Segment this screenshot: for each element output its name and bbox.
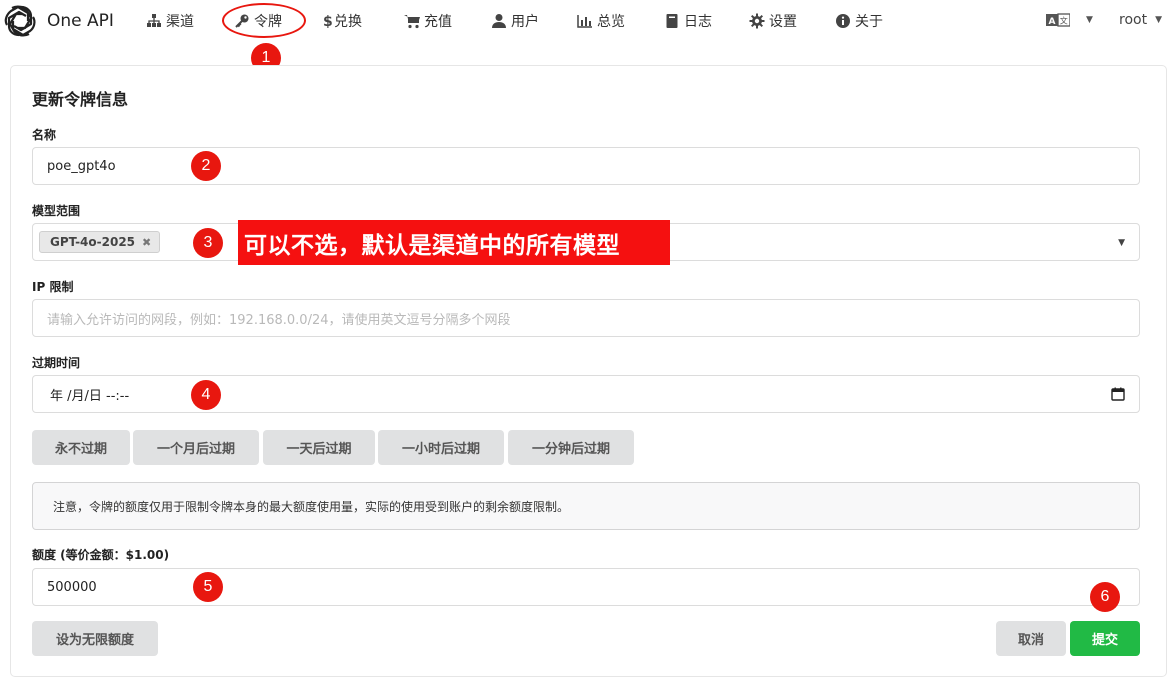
name-value: poe_gpt4o	[47, 158, 116, 174]
nav-label: 设置	[769, 14, 797, 30]
annotation-5: 5	[193, 572, 223, 602]
language-selector[interactable]: A 文 ▼	[1046, 12, 1093, 28]
name-label: 名称	[32, 128, 57, 142]
expiry-value: 年 /月/日 --:--	[50, 388, 130, 404]
nav-users[interactable]: 用户	[491, 11, 539, 31]
dollar-icon: $	[320, 13, 333, 29]
calendar-icon[interactable]	[1111, 387, 1125, 401]
annotation-3: 3	[193, 228, 223, 258]
brand[interactable]: One API	[4, 4, 114, 38]
book-icon	[664, 13, 680, 29]
sitemap-icon	[146, 13, 162, 29]
model-chip[interactable]: GPT-4o-2025 ✖	[39, 231, 161, 253]
bar-chart-icon	[577, 13, 593, 29]
never-expire-button[interactable]: 永不过期	[32, 430, 130, 465]
gear-icon	[749, 13, 765, 29]
expire-one-month-button[interactable]: 一个月后过期	[133, 430, 259, 465]
expiry-label: 过期时间	[32, 356, 81, 370]
chevron-down-icon: ▼	[1155, 15, 1162, 25]
model-chip-label: GPT-4o-2025	[50, 235, 136, 249]
svg-text:$: $	[323, 14, 333, 29]
quota-label: 额度 (等价金额：$1.00)	[32, 548, 170, 562]
unlimited-quota-button[interactable]: 设为无限额度	[32, 621, 158, 656]
annotation-ellipse	[222, 3, 306, 38]
nav-redeem[interactable]: $ 兑换	[320, 11, 362, 31]
top-nav: One API 渠道 令牌 $ 兑换 充值 用户 总览 日志 设置 关于 A 文…	[0, 0, 1173, 44]
annotation-2: 2	[191, 151, 221, 181]
ip-placeholder: 请输入允许访问的网段，例如：192.168.0.0/24，请使用英文逗号分隔多个…	[47, 312, 511, 328]
remove-chip-icon[interactable]: ✖	[142, 236, 151, 249]
user-icon	[491, 13, 507, 29]
nav-label: 用户	[511, 14, 539, 30]
svg-text:文: 文	[1060, 16, 1068, 26]
nav-label: 总览	[597, 14, 625, 30]
submit-button[interactable]: 提交	[1070, 621, 1140, 656]
nav-topup[interactable]: 充值	[404, 11, 452, 31]
chevron-down-icon: ▼	[1118, 238, 1125, 248]
annotation-4: 4	[191, 380, 221, 410]
nav-channels[interactable]: 渠道	[146, 11, 194, 31]
info-icon	[835, 13, 851, 29]
nav-overview[interactable]: 总览	[577, 11, 625, 31]
annotation-6: 6	[1090, 582, 1120, 612]
nav-logs[interactable]: 日志	[664, 11, 712, 31]
ip-input[interactable]: 请输入允许访问的网段，例如：192.168.0.0/24，请使用英文逗号分隔多个…	[32, 299, 1140, 337]
cart-icon	[404, 13, 420, 29]
username: root	[1119, 12, 1148, 28]
translate-icon: A 文	[1046, 13, 1070, 27]
quota-value: 500000	[47, 579, 97, 595]
nav-label: 日志	[684, 14, 712, 30]
nav-about[interactable]: 关于	[835, 11, 883, 31]
nav-settings[interactable]: 设置	[749, 11, 797, 31]
page-title: 更新令牌信息	[32, 90, 129, 109]
svg-text:A: A	[1049, 17, 1056, 27]
nav-label: 充值	[424, 14, 452, 30]
openai-logo-icon	[4, 5, 36, 37]
quota-notice: 注意，令牌的额度仅用于限制令牌本身的最大额度使用量，实际的使用受到账户的剩余额度…	[32, 482, 1140, 530]
app-name: One API	[47, 11, 114, 31]
notice-text: 注意，令牌的额度仅用于限制令牌本身的最大额度使用量，实际的使用受到账户的剩余额度…	[53, 499, 570, 514]
cancel-button[interactable]: 取消	[996, 621, 1066, 656]
models-label: 模型范围	[32, 204, 81, 218]
expire-one-day-button[interactable]: 一天后过期	[263, 430, 375, 465]
expire-one-minute-button[interactable]: 一分钟后过期	[508, 430, 634, 465]
nav-label: 关于	[855, 14, 883, 30]
nav-label: 渠道	[166, 14, 194, 30]
annotation-banner: 可以不选，默认是渠道中的所有模型	[238, 220, 670, 265]
chevron-down-icon: ▼	[1086, 15, 1093, 25]
expire-one-hour-button[interactable]: 一小时后过期	[378, 430, 504, 465]
user-menu[interactable]: root ▼	[1119, 12, 1162, 28]
ip-label: IP 限制	[32, 280, 74, 294]
nav-label: 兑换	[334, 14, 362, 30]
